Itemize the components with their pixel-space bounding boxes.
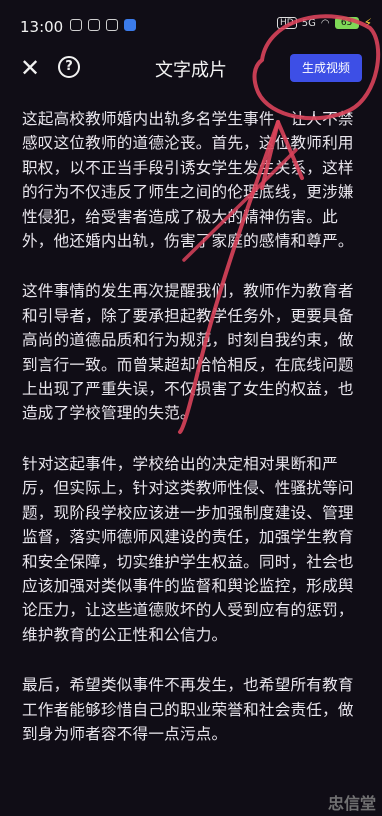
status-indicators: HD 5G ◠ 63 ⚡ — [277, 16, 372, 30]
notification-icons — [70, 19, 136, 31]
signal-5g-label: 5G — [301, 17, 316, 29]
hd-badge: HD — [277, 17, 297, 29]
wifi-icon: ◠ — [320, 17, 330, 29]
top-navigation-bar: ✕ ? 文字成片 生成视频 — [0, 52, 382, 88]
app-notification-icon — [70, 19, 82, 31]
article-paragraph: 这起高校教师婚内出轨多名学生事件，让人不禁感叹这位教师的道德沦丧。首先，这位教师… — [22, 110, 354, 251]
article-paragraph: 这件事情的发生再次提醒我们，教师作为教育者和引导者，除了要承担起教学任务外，更要… — [22, 282, 354, 423]
article-text[interactable]: 这起高校教师婚内出轨多名学生事件，让人不禁感叹这位教师的道德沦丧。首先，这位教师… — [22, 107, 364, 772]
status-time: 13:00 — [20, 18, 64, 36]
battery-icon: 63 — [334, 17, 359, 29]
article-paragraph: 最后，希望类似事件不再发生，也希望所有教育工作者能够珍惜自己的职业荣誉和社会责任… — [22, 676, 354, 743]
app-notification-icon — [88, 19, 100, 31]
article-paragraph: 针对这起事件，学校给出的决定相对果断和严厉，但实际上，针对这类教师性侵、性骚扰等… — [22, 454, 354, 644]
charging-icon: ⚡ — [363, 16, 372, 30]
generate-video-button[interactable]: 生成视频 — [290, 54, 362, 82]
watermark-logo: 忠信堂 — [327, 794, 376, 813]
app-notification-icon — [106, 19, 118, 31]
status-bar: 13:00 HD 5G ◠ 63 ⚡ — [0, 0, 382, 52]
app-notification-icon — [124, 19, 136, 31]
